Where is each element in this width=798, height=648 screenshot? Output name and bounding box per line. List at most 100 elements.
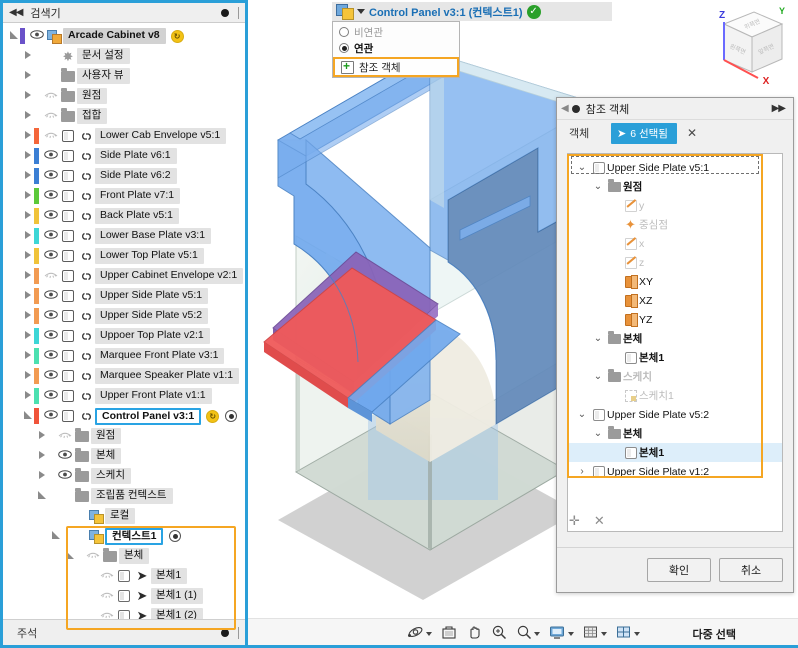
eye-visible-icon[interactable] <box>42 330 59 342</box>
chevron-down-icon[interactable]: ⌄ <box>590 333 606 344</box>
eye-hidden-icon[interactable] <box>84 550 101 562</box>
context-option-associative[interactable]: 연관 <box>333 40 459 56</box>
tree-row[interactable]: ➤ 본체1 (1) <box>3 586 245 606</box>
active-context-indicator[interactable] <box>225 410 238 422</box>
tree-row-label[interactable]: Arcade Cabinet v8 <box>63 28 166 44</box>
selection-count-button[interactable]: ➤ 6 선택됨 <box>611 122 677 144</box>
eye-hidden-icon[interactable] <box>42 90 59 102</box>
eye-hidden-icon[interactable] <box>98 610 115 619</box>
expander-closed-icon[interactable] <box>21 151 34 161</box>
look-at-button[interactable] <box>441 625 457 643</box>
expander-closed-icon[interactable] <box>21 351 34 361</box>
tree-row[interactable]: Side Plate v6:2 <box>3 166 245 186</box>
tree-row-label[interactable]: Front Plate v7:1 <box>95 188 181 204</box>
zoom-button[interactable] <box>516 624 540 643</box>
tree-row-label[interactable]: Upper Cabinet Envelope v2:1 <box>95 268 244 284</box>
expander-open-icon[interactable] <box>21 411 34 421</box>
tree-row[interactable]: Upper Cabinet Envelope v2:1 <box>3 266 245 286</box>
dialog-tree-row[interactable]: ⌄ 본체 <box>568 424 782 443</box>
tree-row-label[interactable]: Side Plate v6:2 <box>95 168 177 184</box>
dialog-tree-row[interactable]: z <box>568 253 782 272</box>
expander-closed-icon[interactable] <box>21 131 34 141</box>
expander-closed-icon[interactable] <box>21 391 34 401</box>
context-dropdown[interactable]: Control Panel v3:1 (컨텍스트1) ✓ 비연관 연관 참조 객… <box>332 2 612 78</box>
tree-row-label[interactable]: Lower Base Plate v3:1 <box>95 228 212 244</box>
tree-row-label[interactable]: 본체1 (2) <box>151 608 203 619</box>
context-menu-item-reference-object[interactable]: 참조 객체 <box>333 57 459 77</box>
update-badge-icon[interactable]: ↻ <box>206 409 220 423</box>
eye-visible-icon[interactable] <box>42 170 59 182</box>
tree-row[interactable]: 본체 <box>3 446 245 466</box>
dialog-tree-row[interactable]: ✦ 중심점 <box>568 215 782 234</box>
dialog-tree-row[interactable]: XY <box>568 272 782 291</box>
eye-visible-icon[interactable] <box>42 250 59 262</box>
tree-row-label[interactable]: 본체 <box>119 548 150 564</box>
eye-hidden-icon[interactable] <box>98 590 115 602</box>
eye-hidden-icon[interactable] <box>98 570 115 582</box>
dialog-tree-row[interactable]: XZ <box>568 291 782 310</box>
tree-row[interactable]: Upper Side Plate v5:2 <box>3 306 245 326</box>
tree-row-label[interactable]: Lower Top Plate v5:1 <box>95 248 204 264</box>
eye-visible-icon[interactable] <box>56 450 73 462</box>
eye-visible-icon[interactable] <box>42 230 59 242</box>
reference-object-dialog[interactable]: ◀ 참조 객체 ▶▶ 객체 ➤ 6 선택됨 ✕ ⌄ Upper Side Plat… <box>556 97 794 593</box>
dialog-tree-row[interactable]: 본체1 <box>568 443 782 462</box>
zoom-window-button[interactable] <box>491 624 507 643</box>
tree-row[interactable]: Uppoer Top Plate v2:1 <box>3 326 245 346</box>
dialog-tree-row[interactable]: x <box>568 234 782 253</box>
dialog-reference-tree[interactable]: ⌄ Upper Side Plate v5:1 ⌄ 원점 y ✦ 중심점 x z XY XZ YZ ⌄ 본… <box>568 154 782 481</box>
remove-item-icon[interactable]: ✕ <box>594 513 605 529</box>
tree-row[interactable]: 사용자 뷰 <box>3 66 245 86</box>
ok-button[interactable]: 확인 <box>647 558 711 582</box>
tree-row[interactable]: ➤ 본체1 (2) <box>3 606 245 619</box>
chevron-down-icon[interactable]: ⌄ <box>574 409 590 420</box>
dialog-tree-row[interactable]: ⌄ Upper Side Plate v5:2 <box>568 405 782 424</box>
tree-row[interactable]: 로컬 <box>3 506 245 526</box>
expander-closed-icon[interactable] <box>21 211 34 221</box>
update-badge-icon[interactable]: ↻ <box>170 29 184 43</box>
tree-row[interactable]: Lower Top Plate v5:1 <box>3 246 245 266</box>
expander-closed-icon[interactable] <box>21 191 34 201</box>
eye-hidden-icon[interactable] <box>42 130 59 142</box>
eye-visible-icon[interactable] <box>42 390 59 402</box>
chevron-down-icon[interactable]: ⌄ <box>574 162 590 173</box>
eye-hidden-icon[interactable] <box>42 110 59 122</box>
eye-visible-icon[interactable] <box>42 210 59 222</box>
tree-row-label[interactable]: Control Panel v3:1 <box>95 407 202 425</box>
eye-visible-icon[interactable] <box>42 150 59 162</box>
tree-row[interactable]: 원점 <box>3 86 245 106</box>
chevron-down-icon[interactable]: ⌄ <box>590 371 606 382</box>
expander-closed-icon[interactable] <box>21 91 34 101</box>
display-settings-button[interactable] <box>549 625 574 643</box>
viewports-button[interactable] <box>616 625 640 643</box>
tree-row[interactable]: ✸ 문서 설정 <box>3 46 245 66</box>
dialog-grip-icon[interactable]: ◀ <box>561 103 569 114</box>
eye-visible-icon[interactable] <box>28 30 45 42</box>
tree-row-label[interactable]: Lower Cab Envelope v5:1 <box>95 128 227 144</box>
expander-closed-icon[interactable] <box>35 471 48 481</box>
chevron-down-icon[interactable] <box>357 9 365 14</box>
collapse-left-icon[interactable]: ◀◀ <box>9 7 23 18</box>
context-titlebar[interactable]: Control Panel v3:1 (컨텍스트1) ✓ <box>332 2 612 21</box>
expander-open-icon[interactable] <box>63 551 76 561</box>
expander-closed-icon[interactable] <box>21 291 34 301</box>
tree-row-label[interactable]: 원점 <box>77 88 108 104</box>
add-item-icon[interactable]: ✛ <box>569 513 580 529</box>
chevron-down-icon[interactable] <box>425 631 432 636</box>
expander-closed-icon[interactable] <box>21 71 34 81</box>
browser-grip[interactable] <box>238 7 239 19</box>
eye-visible-icon[interactable] <box>42 350 59 362</box>
expander-open-icon[interactable] <box>35 491 48 501</box>
expander-closed-icon[interactable] <box>21 371 34 381</box>
dialog-tree-row[interactable]: ⌄ 스케치 <box>568 367 782 386</box>
expander-open-icon[interactable] <box>7 31 20 41</box>
tree-row-label[interactable]: 본체 <box>91 448 122 464</box>
tree-row[interactable]: Control Panel v3:1 ↻ <box>3 406 245 426</box>
expander-closed-icon[interactable] <box>35 451 48 461</box>
expander-closed-icon[interactable] <box>35 431 48 441</box>
browser-tree[interactable]: Arcade Cabinet v8 ↻ ✸ 문서 설정 사용자 뷰 원점 접합 Lower C… <box>3 23 245 619</box>
tree-row-label[interactable]: 원점 <box>91 428 122 444</box>
dialog-tree-row[interactable]: YZ <box>568 310 782 329</box>
radio-associative-icon[interactable] <box>339 43 349 53</box>
grid-settings-button[interactable] <box>583 625 607 643</box>
